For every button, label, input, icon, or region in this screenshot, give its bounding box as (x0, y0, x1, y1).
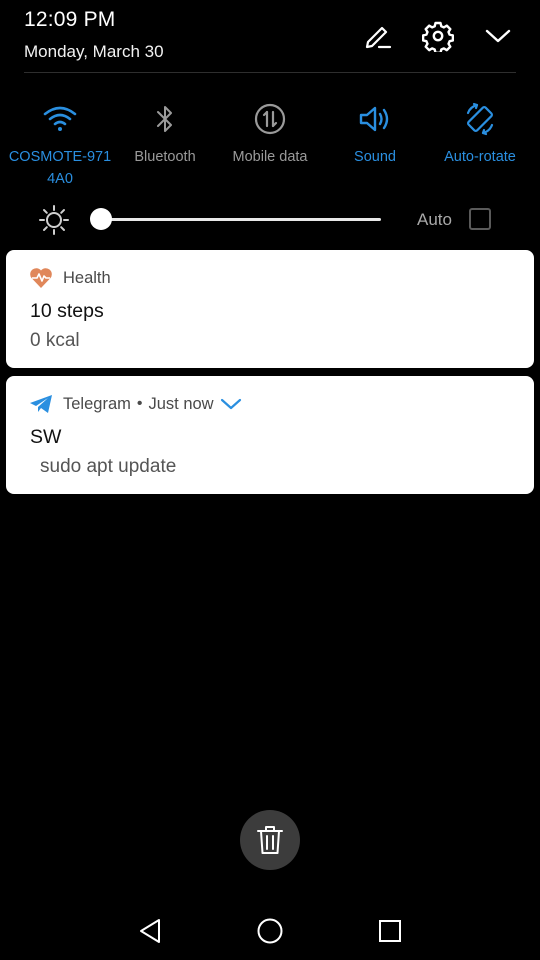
notification-time: Just now (148, 394, 214, 413)
home-circle-icon[interactable] (255, 916, 285, 946)
notification-title: 10 steps (30, 300, 104, 322)
bluetooth-icon (110, 96, 220, 142)
clear-all-button[interactable] (240, 810, 300, 870)
notification-app-name: Telegram (63, 394, 131, 413)
brightness-sun-icon (38, 204, 70, 236)
header-divider (24, 72, 516, 73)
tile-sound[interactable]: Sound (320, 96, 430, 168)
tile-label: Auto-rotate (444, 149, 516, 165)
back-triangle-icon[interactable] (135, 916, 165, 946)
tile-auto-rotate[interactable]: Auto-rotate (425, 96, 535, 168)
tile-label-line2: 4A0 (47, 171, 73, 187)
recents-square-icon[interactable] (375, 916, 405, 946)
notification-card-telegram[interactable]: Telegram • Just now SW sudo apt update (6, 376, 534, 494)
trash-icon (257, 826, 283, 854)
auto-rotate-icon (425, 96, 535, 142)
expand-chevron-icon[interactable] (220, 393, 242, 415)
auto-brightness-label: Auto (417, 210, 452, 229)
notification-shade: 12:09 PM Monday, March 30 COSMOTE-971 4A… (0, 0, 540, 960)
notification-title: SW (30, 426, 62, 448)
tile-mobile-data[interactable]: Mobile data (215, 96, 325, 168)
heart-pulse-icon (28, 267, 54, 289)
gear-icon[interactable] (420, 18, 456, 54)
brightness-slider-track[interactable] (100, 218, 381, 221)
tile-bluetooth[interactable]: Bluetooth (110, 96, 220, 168)
notification-body: 0 kcal (30, 330, 80, 351)
navigation-bar (0, 900, 540, 960)
quick-settings-tiles: COSMOTE-971 4A0 Bluetooth Mobile data So… (0, 96, 540, 196)
notification-card-health[interactable]: Health 10 steps 0 kcal (6, 250, 534, 368)
brightness-slider-thumb[interactable] (90, 208, 112, 230)
tile-label: COSMOTE-971 (8, 149, 112, 165)
notification-app-name: Health (63, 268, 111, 287)
mobile-data-icon (215, 96, 325, 142)
notification-separator: • (136, 395, 143, 412)
telegram-plane-icon (28, 393, 54, 415)
date: Monday, March 30 (24, 42, 164, 61)
clock: 12:09 PM (24, 8, 116, 31)
wifi-icon (5, 96, 115, 142)
tile-label: Bluetooth (134, 149, 196, 165)
speaker-icon (320, 96, 430, 142)
auto-brightness-checkbox[interactable] (469, 208, 491, 230)
edit-pencil-icon[interactable] (360, 18, 396, 54)
tile-wifi[interactable]: COSMOTE-971 4A0 (5, 96, 115, 190)
tile-label: Sound (354, 149, 396, 165)
tile-label: Mobile data (232, 149, 308, 165)
notification-body: sudo apt update (40, 456, 177, 477)
chevron-down-icon[interactable] (480, 18, 516, 54)
